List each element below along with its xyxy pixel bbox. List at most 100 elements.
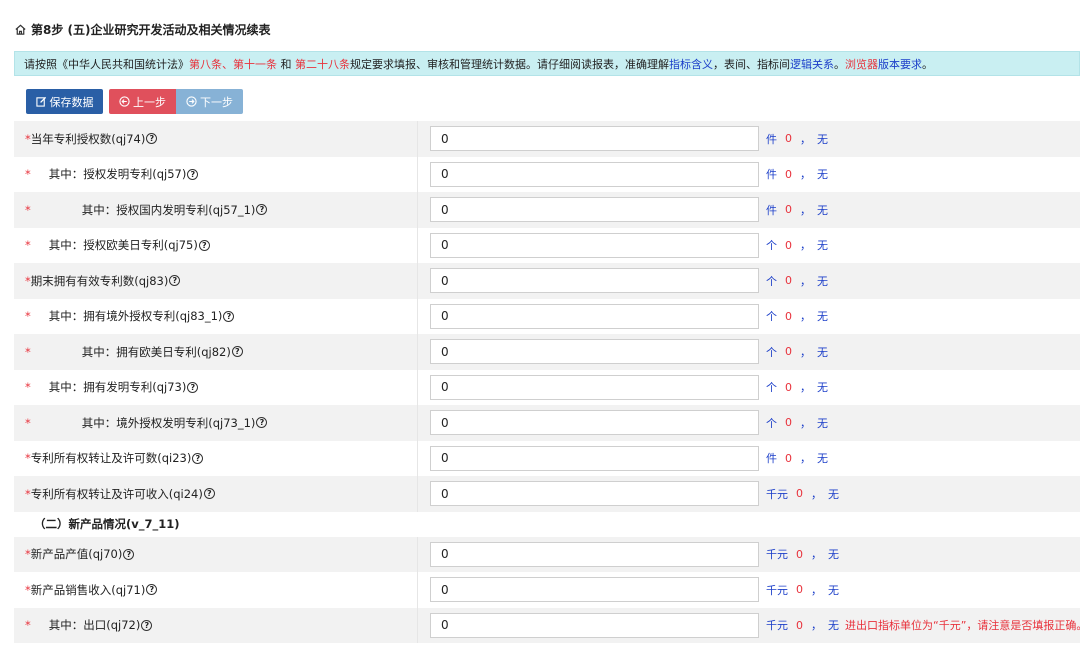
qi24-input[interactable] [430,481,759,507]
indicator-meaning-link[interactable]: 指标含义 [669,56,713,72]
field-label: 其中：授权欧美日专利(qj75) [48,238,198,253]
notice-text: 请按照《中华人民共和国统计法》 [24,57,189,71]
next-step-button[interactable]: 下一步 [176,89,243,114]
help-icon[interactable]: ? [123,548,135,560]
help-icon[interactable]: ? [141,619,153,631]
status-text: 无 [817,274,828,288]
table-row: * 其中：拥有发明专利(qj73)? 个0 ， 无 [14,369,1080,405]
qj83-input[interactable] [430,268,759,294]
qj72-input[interactable] [430,612,759,638]
table-row: *当年专利授权数(qj74)? 件0，无 [14,121,1080,157]
status-text: 无 [828,487,839,501]
required-mark: * [25,202,31,217]
next-step-label: 下一步 [200,96,233,109]
qj71-input[interactable] [430,577,759,603]
notice-text: ，表间、指标间 [713,57,790,71]
edit-icon [35,96,46,107]
help-icon[interactable]: ? [256,417,268,429]
qj83-1-input[interactable] [430,303,759,329]
count-value: 0 [796,547,803,561]
toolbar: 保存数据 上一步 下一步 [26,89,243,114]
qj75-input[interactable] [430,232,759,258]
field-label: 期末拥有有效专利数(qj83) [30,273,169,288]
help-icon[interactable]: ? [146,133,158,145]
unit-label: 个 [766,416,777,430]
logic-relation-link[interactable]: 逻辑关系 [790,56,834,72]
qi23-input[interactable] [430,445,759,471]
status-text: 无 [817,132,828,146]
qj70-input[interactable] [430,541,759,567]
count-value: 0 [785,167,792,181]
count-value: 0 [796,618,803,632]
required-mark: * [25,167,31,182]
help-icon[interactable]: ? [146,584,158,596]
prev-step-button[interactable]: 上一步 [109,89,176,114]
law-article-11-link[interactable]: 第十一条 [233,56,277,72]
count-value: 0 [785,274,792,288]
separator: ， [800,381,811,395]
unit-label: 件 [766,132,777,146]
law-article-8-link[interactable]: 第八条 [189,56,222,72]
help-icon[interactable]: ? [223,310,235,322]
qj82-input[interactable] [430,339,759,365]
status-text: 无 [817,203,828,217]
qj57-input[interactable] [430,161,759,187]
qj74-input[interactable] [430,126,759,152]
status-text: 无 [817,452,828,466]
qj73-input[interactable] [430,374,759,400]
unit-label: 个 [766,310,777,324]
separator: ， [800,345,811,359]
status-text: 无 [817,239,828,253]
notice-text: 。 [922,57,933,71]
separator: ， [800,416,811,430]
separator: ， [800,274,811,288]
unit-label: 千元 [766,619,788,633]
separator: ， [800,203,811,217]
help-icon[interactable]: ? [231,346,243,358]
save-button[interactable]: 保存数据 [26,89,103,114]
count-value: 0 [785,309,792,323]
qj57-1-input[interactable] [430,197,759,223]
help-icon[interactable]: ? [192,452,204,464]
law-article-28-link[interactable]: 第二十八条 [295,56,350,72]
section-title: （二）新产品情况(v_7_11) [34,517,180,531]
notice-banner: 请按照《中华人民共和国统计法》 第八条 、 第十一条 和 第二十八条 规定要求填… [14,51,1080,76]
browser-link[interactable]: 浏览器 [845,56,878,72]
unit-label: 个 [766,274,777,288]
count-value: 0 [796,487,803,501]
notice-text: 规定要求填报、审核和管理统计数据。请仔细阅读报表，准确理解 [350,57,669,71]
qj73-1-input[interactable] [430,410,759,436]
help-icon[interactable]: ? [203,488,215,500]
status-text: 无 [828,619,839,633]
separator: ， [800,452,811,466]
unit-label: 个 [766,239,777,253]
required-mark: * [25,380,31,395]
help-icon[interactable]: ? [256,204,268,216]
table-row: * 其中：拥有境外授权专利(qj83_1)? 个0 ， 无 [14,298,1080,334]
count-value: 0 [785,345,792,359]
count-value: 0 [785,451,792,465]
help-icon[interactable]: ? [187,381,199,393]
status-text: 无 [828,583,839,597]
unit-label: 千元 [766,583,788,597]
page-title-bar: 第8步 (五)企业研究开发活动及相关情况续表 [14,20,271,38]
table-row: * 其中：出口(qj72)? 千元 0 ， 无进出口指标单位为“千元”，请注意是否填报正… [14,607,1080,643]
unit-label: 千元 [766,548,788,562]
notice-text: 、 [222,57,233,71]
separator: ， [811,548,822,562]
table-row: * 其中：拥有欧美日专利(qj82)? 个0 ， 无 [14,334,1080,370]
unit-label: 个 [766,345,777,359]
separator: ， [800,239,811,253]
version-requirement-link[interactable]: 版本要求 [878,56,922,72]
table-row: * 其中：授权发明专利(qj57)? 件0 ， 无 [14,156,1080,192]
count-value: 0 [785,238,792,252]
page-title: 第8步 (五)企业研究开发活动及相关情况续表 [31,22,271,37]
status-text: 无 [817,381,828,395]
help-icon[interactable]: ? [187,168,199,180]
help-icon[interactable]: ? [198,239,210,251]
home-icon [15,24,26,35]
help-icon[interactable]: ? [169,275,181,287]
table-row: *期末拥有有效专利数(qj83)? 个0，无 [14,263,1080,299]
save-button-label: 保存数据 [49,96,94,109]
table-row: * 其中：授权国内发明专利(qj57_1)? 件0 ， 无 [14,192,1080,228]
